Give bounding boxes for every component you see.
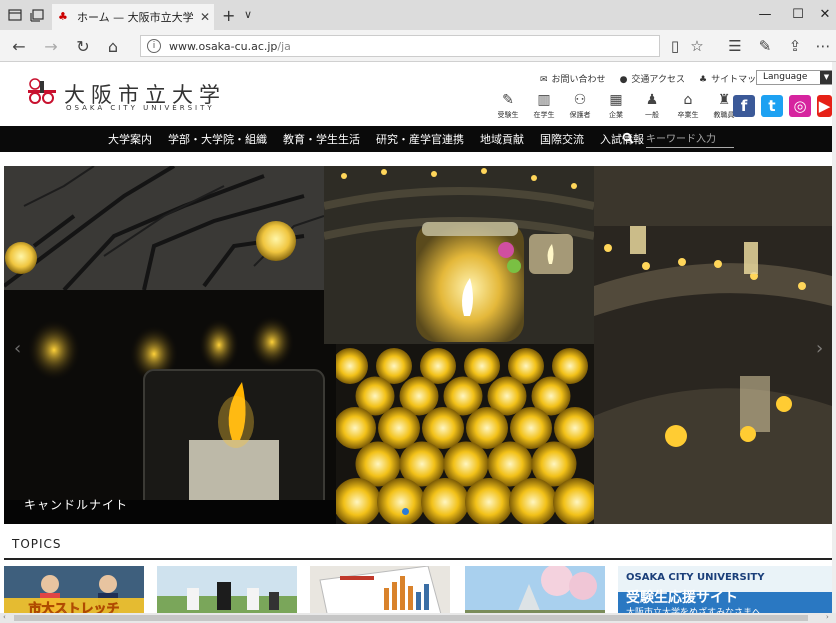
browser-tab[interactable]: ♣ ホーム — 大阪市立大学 ✕	[52, 4, 214, 30]
tab-preview-icon[interactable]	[8, 8, 22, 22]
scroll-left-icon[interactable]: ‹	[3, 613, 6, 621]
slide-indicator-dot[interactable]	[402, 508, 409, 515]
new-tab-icon[interactable]: +	[222, 6, 235, 25]
nav-international[interactable]: 国際交流	[540, 131, 584, 147]
reading-view-icon[interactable]: ▯	[664, 37, 686, 55]
favorites-hub-icon[interactable]: ☰	[724, 37, 746, 55]
contact-link[interactable]: ✉ お問い合わせ	[540, 72, 606, 85]
hero-caption: キャンドルナイト	[24, 498, 129, 512]
slide-prev-icon[interactable]: ‹	[14, 338, 21, 359]
instagram-icon[interactable]: ◎	[789, 95, 811, 117]
horizontal-scrollbar[interactable]: ‹ ›	[0, 613, 836, 623]
url-path: /ja	[277, 39, 291, 53]
vertical-scrollbar[interactable]	[832, 62, 836, 613]
refresh-icon[interactable]: ↻	[72, 37, 94, 56]
address-bar-row: ← → ↻ ⌂ i www.osaka-cu.ac.jp/ja ▯ ☆ ☰ ✎ …	[0, 30, 836, 62]
browser-tab-bar: ♣ ホーム — 大阪市立大学 ✕ + ∨ — ☐ ✕	[0, 0, 836, 30]
pen-icon: ✎	[502, 92, 514, 108]
topics-heading: TOPICS	[12, 537, 62, 551]
books-icon: ▥	[537, 92, 551, 108]
close-tab-icon[interactable]: ✕	[196, 10, 214, 24]
building-icon: ▦	[609, 92, 623, 108]
hero-photo-jar-lantern	[324, 166, 594, 344]
topics-divider	[4, 558, 832, 560]
access-link[interactable]: ● 交通アクセス	[620, 72, 685, 85]
main-navigation: 大学案内 学部・大学院・組織 教育・学生生活 研究・産学官連携 地域貢献 国際交…	[0, 126, 836, 152]
favorite-star-icon[interactable]: ☆	[686, 37, 708, 55]
audience-parents[interactable]: ⚇ 保護者	[562, 90, 598, 120]
person-icon: ♟	[645, 92, 659, 108]
hero-photo-candle-closeup	[4, 290, 336, 524]
twitter-icon[interactable]: t	[761, 95, 783, 117]
minimize-icon[interactable]: —	[750, 7, 780, 22]
hero-slideshow[interactable]: ‹ › キャンドルナイト	[4, 166, 832, 524]
topic-thumb-applicant-support[interactable]: OSAKA CITY UNIVERSITY 受験生応援サイト 大阪市立大学をめざ…	[618, 566, 832, 618]
topic-thumb-sports[interactable]	[157, 566, 297, 618]
hero-photo-tree-lanterns	[4, 166, 324, 290]
chevron-down-icon[interactable]: ∨	[244, 8, 252, 21]
tab-title: ホーム — 大阪市立大学	[77, 11, 194, 24]
mortarboard-icon: ⌂	[683, 92, 693, 108]
osaka-cu-favicon-icon: ♣	[58, 10, 68, 23]
nav-research[interactable]: 研究・産学官連携	[376, 131, 464, 147]
scroll-right-icon[interactable]: ›	[826, 613, 829, 621]
nav-faculties[interactable]: 学部・大学院・組織	[168, 131, 267, 147]
search-icon[interactable]	[622, 132, 634, 144]
audience-general[interactable]: ♟ 一般	[634, 90, 670, 120]
family-icon: ⚇	[573, 92, 587, 108]
more-icon[interactable]: ⋯	[812, 37, 834, 55]
home-icon[interactable]: ⌂	[102, 37, 124, 56]
nav-education[interactable]: 教育・学生生活	[283, 131, 360, 147]
hero-photo-garden-candles	[594, 166, 832, 524]
close-window-icon[interactable]: ✕	[810, 7, 836, 22]
topic-thumb-campus[interactable]	[465, 566, 605, 618]
nav-community[interactable]: 地域貢献	[480, 131, 524, 147]
back-icon[interactable]: ←	[8, 37, 30, 56]
topic-thumb-applicant-en: OSAKA CITY UNIVERSITY	[626, 572, 765, 583]
utility-links: ✉ お問い合わせ ● 交通アクセス ♣ サイトマップ	[540, 72, 765, 85]
audience-links: ✎ 受験生 ▥ 在学生 ⚇ 保護者 ▦ 企業 ♟ 一般 ⌂ 卒業生 ♜ 教職員	[490, 90, 742, 120]
audience-students[interactable]: ▥ 在学生	[526, 90, 562, 120]
url-field[interactable]: i www.osaka-cu.ac.jp/ja	[140, 35, 660, 57]
hero-photo-candle-rows	[336, 344, 594, 524]
forward-icon[interactable]: →	[40, 37, 62, 56]
site-header: 大阪市立大学 OSAKA CITY UNIVERSITY ✉ お問い合わせ ● 交通…	[0, 62, 836, 126]
sitemap-icon: ♣	[698, 75, 708, 85]
set-aside-tabs-icon[interactable]	[30, 8, 44, 22]
topic-thumb-applicant-title: 受験生応援サイト	[626, 589, 738, 606]
slide-next-icon[interactable]: ›	[816, 338, 823, 359]
nav-about[interactable]: 大学案内	[108, 131, 152, 147]
share-icon[interactable]: ⇪	[784, 37, 806, 55]
language-select[interactable]: Language ▼	[756, 70, 834, 85]
topic-thumb-stretch[interactable]: 市大ストレッチ	[4, 566, 144, 618]
topic-thumb-report[interactable]	[310, 566, 450, 618]
maximize-icon[interactable]: ☐	[783, 7, 813, 22]
osaka-cu-logo-icon[interactable]	[26, 78, 58, 104]
mail-icon: ✉	[540, 75, 548, 85]
youtube-icon[interactable]: ▶	[817, 95, 832, 117]
keyword-search-input[interactable]	[646, 131, 734, 148]
logo-english-name[interactable]: OSAKA CITY UNIVERSITY	[66, 104, 215, 112]
audience-alumni[interactable]: ⌂ 卒業生	[670, 90, 706, 120]
map-pin-icon: ●	[619, 75, 628, 85]
info-icon[interactable]: i	[147, 39, 161, 53]
facebook-icon[interactable]: f	[733, 95, 755, 117]
audience-companies[interactable]: ▦ 企業	[598, 90, 634, 120]
web-note-icon[interactable]: ✎	[754, 37, 776, 55]
scrollbar-thumb[interactable]	[14, 615, 808, 621]
audience-applicants[interactable]: ✎ 受験生	[490, 90, 526, 120]
url-host: www.osaka-cu.ac.jp	[169, 39, 278, 53]
